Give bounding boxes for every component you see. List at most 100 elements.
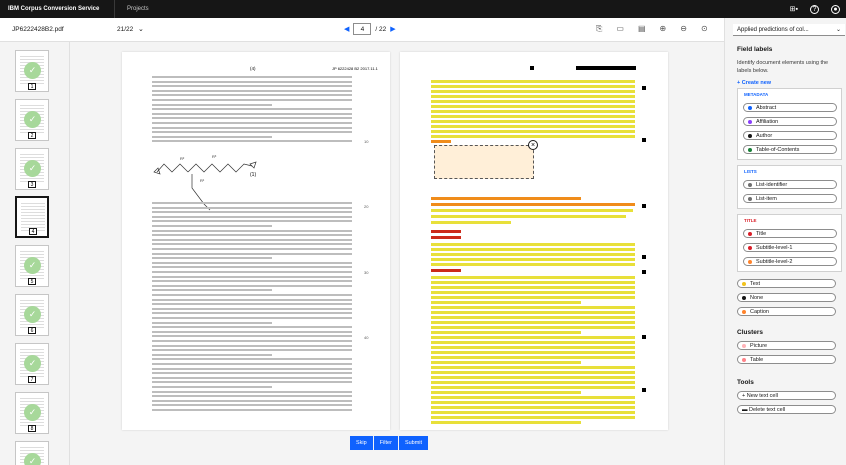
annotation-bar[interactable] [431,406,635,409]
page-select[interactable]: 21/22 [117,26,133,33]
delete-text-cell-button[interactable]: ▬ Delete text cell [737,405,836,414]
filter-button[interactable]: Filter [373,436,398,450]
annotation-bar[interactable] [431,125,635,128]
annotation-bar[interactable] [431,376,635,379]
annotation-bar[interactable] [431,296,635,299]
line-number-marker[interactable] [642,86,646,90]
annotation-bar[interactable] [431,326,635,329]
annotation-bar[interactable] [431,209,633,212]
annotation-bar[interactable] [431,90,635,93]
annotation-bar[interactable] [431,243,635,246]
user-avatar-icon[interactable]: ● [831,4,840,14]
close-icon[interactable]: × [528,140,538,150]
annotation-bar[interactable] [431,215,626,218]
annotation-bar[interactable] [431,80,635,83]
nav-projects-link[interactable]: Projects [115,6,149,12]
comment-icon[interactable]: ▭ [616,24,624,34]
thumbnail[interactable]: ✓ 1 [15,50,49,92]
thumbnail[interactable]: ✓ 8 [15,392,49,434]
thumbnail[interactable]: ✓ 6 [15,294,49,336]
annotation-bar[interactable] [431,95,635,98]
annotation-bar[interactable] [431,115,635,118]
new-text-cell-button[interactable]: + New text cell [737,391,836,400]
label-subtitle-level-1[interactable]: Subtitle-level-1 [743,243,837,252]
label-abstract[interactable]: Abstract [743,103,837,112]
annotation-bar[interactable] [431,396,635,399]
label-caption[interactable]: Caption [737,307,836,316]
line-number-marker[interactable] [642,255,646,259]
thumbnail[interactable]: ✓9 [15,441,49,465]
annotation-bar[interactable] [431,306,635,309]
annotation-bar[interactable] [431,311,635,314]
annotation-bar[interactable] [431,269,461,272]
current-page-input[interactable]: 4 [353,23,372,35]
annotation-bar[interactable] [431,386,635,389]
line-number-marker[interactable] [642,138,646,142]
line-number-marker[interactable] [642,204,646,208]
annotation-bar[interactable] [431,281,635,284]
label-list-item[interactable]: List-item [743,194,837,203]
annotation-bar[interactable] [431,346,635,349]
prediction-mode-dropdown[interactable]: Applied predictions of col... ⌄ [733,24,845,36]
prev-page-icon[interactable]: ◀ [344,25,349,33]
annotation-bar[interactable] [431,258,635,261]
annotation-bar[interactable] [431,253,635,256]
annotation-bar[interactable] [431,263,635,266]
app-brand[interactable]: IBM Corpus Conversion Service [0,0,115,18]
annotation-bar[interactable] [431,331,581,334]
label-text-class[interactable]: Text [737,279,836,288]
notification-badge[interactable]: ⊞▪ [790,5,798,13]
thumbnail[interactable]: ✓ 7 [15,343,49,385]
annotation-bar[interactable] [431,301,581,304]
thumbnail[interactable]: ✓ 5 [15,245,49,287]
annotation-bar[interactable] [431,411,635,414]
label-subtitle-level-2[interactable]: Subtitle-level-2 [743,257,837,266]
selected-table-cluster[interactable] [434,145,534,179]
label-author[interactable]: Author [743,131,837,140]
document-icon[interactable]: ▤ [638,24,646,34]
cluster-picture[interactable]: Picture [737,341,836,350]
annotation-bar[interactable] [431,381,635,384]
annotation-bar[interactable] [431,203,635,206]
annotation-bar[interactable] [431,341,635,344]
annotation-bar[interactable] [431,416,635,419]
annotation-bar[interactable] [431,105,635,108]
annotation-bar[interactable] [431,316,635,319]
zoom-in-icon[interactable]: ⊕ [660,24,667,34]
annotation-bar[interactable] [431,100,635,103]
annotation-bar[interactable] [431,336,635,339]
annotation-bar[interactable] [431,401,635,404]
annotation-bar[interactable] [431,421,581,424]
page-header-marker[interactable] [576,66,636,70]
link-icon[interactable]: ⎘ [596,24,602,34]
chevron-down-icon[interactable]: ⌄ [138,25,144,33]
fit-icon[interactable]: ⊙ [701,24,708,34]
thumbnail-selected[interactable]: 4 [15,196,49,238]
annotation-bar[interactable] [431,356,635,359]
annotation-bar[interactable] [431,221,511,224]
annotation-bar[interactable] [431,351,635,354]
page-header-marker[interactable] [530,66,534,70]
create-new-link[interactable]: + Create new [737,80,771,86]
annotation-bar[interactable] [431,371,635,374]
line-number-marker[interactable] [642,270,646,274]
annotation-bar[interactable] [431,321,635,324]
annotation-bar[interactable] [431,391,581,394]
skip-button[interactable]: Skip [350,436,373,450]
annotation-bar[interactable] [431,85,635,88]
line-number-marker[interactable] [642,388,646,392]
line-number-marker[interactable] [642,335,646,339]
help-icon[interactable]: ? [810,4,819,14]
annotation-bar[interactable] [431,120,635,123]
annotation-bar[interactable] [431,366,635,369]
annotation-bar[interactable] [431,286,635,289]
annotation-bar[interactable] [431,291,635,294]
annotation-bar[interactable] [431,230,461,233]
annotation-bar[interactable] [431,248,635,251]
annotation-bar[interactable] [431,130,635,133]
submit-button[interactable]: Submit [398,436,429,450]
label-affiliation[interactable]: Affiliation [743,117,837,126]
annotation-bar[interactable] [431,361,581,364]
annotation-bar[interactable] [431,276,635,279]
annotation-bar[interactable] [431,140,451,143]
